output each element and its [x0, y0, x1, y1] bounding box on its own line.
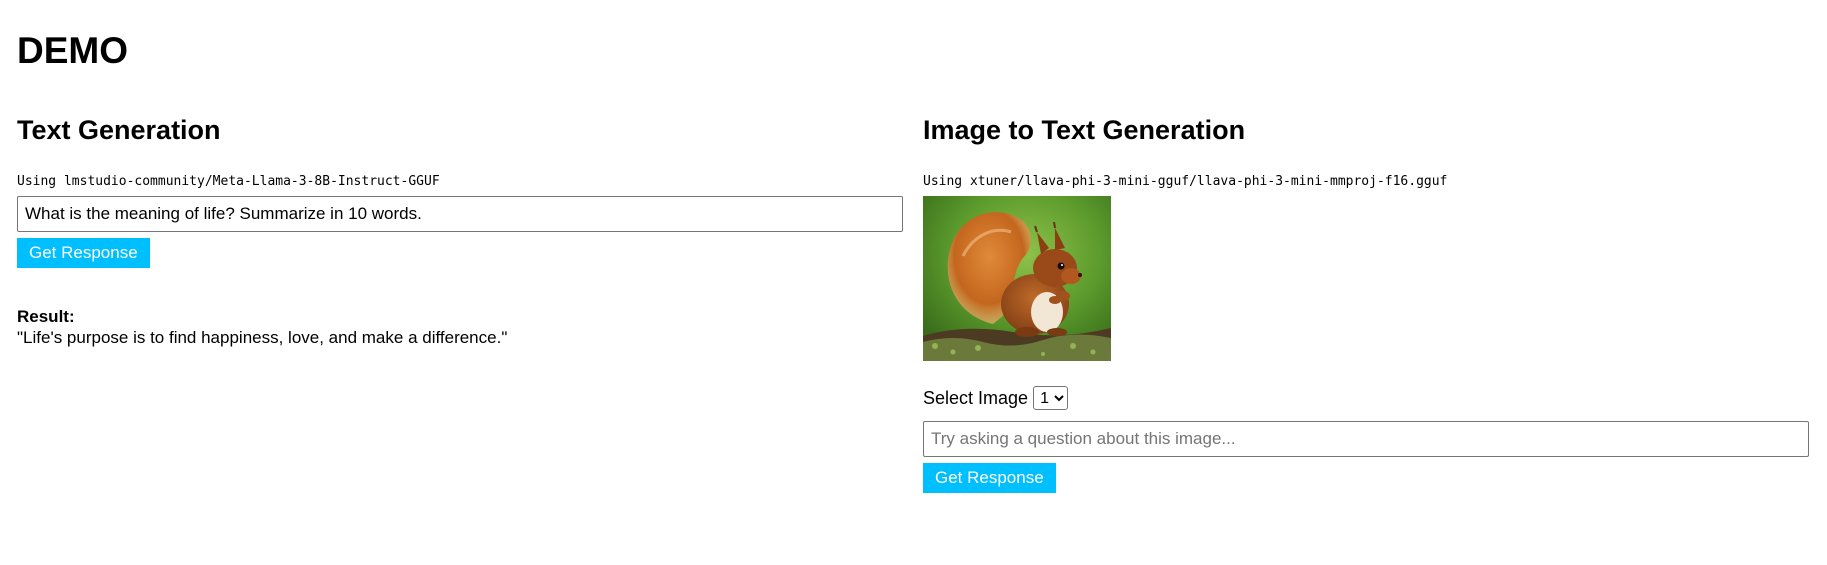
image-to-text-heading: Image to Text Generation: [923, 115, 1246, 145]
squirrel-image: [923, 196, 1111, 361]
text-generation-heading: Text Generation: [17, 115, 221, 145]
select-image-row: Select Image 1: [923, 386, 1810, 410]
text-model-info: Using lmstudio-community/Meta-Llama-3-8B…: [17, 174, 440, 189]
text-generation-section: Text Generation Using lmstudio-community…: [17, 111, 904, 348]
result-block: Result: "Life's purpose is to find happi…: [17, 306, 904, 348]
image-select[interactable]: 1: [1033, 386, 1069, 410]
text-prompt-input[interactable]: [17, 196, 903, 232]
image-question-input[interactable]: [923, 421, 1809, 457]
text-get-response-button[interactable]: Get Response: [17, 238, 150, 268]
image-model-info: Using xtuner/llava-phi-3-mini-gguf/llava…: [923, 174, 1448, 189]
result-label: Result:: [17, 307, 75, 326]
image-get-response-button[interactable]: Get Response: [923, 463, 1056, 493]
page-title: DEMO: [17, 30, 128, 71]
image-to-text-section: Image to Text Generation Using xtuner/ll…: [923, 111, 1810, 493]
select-image-label: Select Image: [923, 388, 1029, 408]
result-text: "Life's purpose is to find happiness, lo…: [17, 328, 508, 347]
